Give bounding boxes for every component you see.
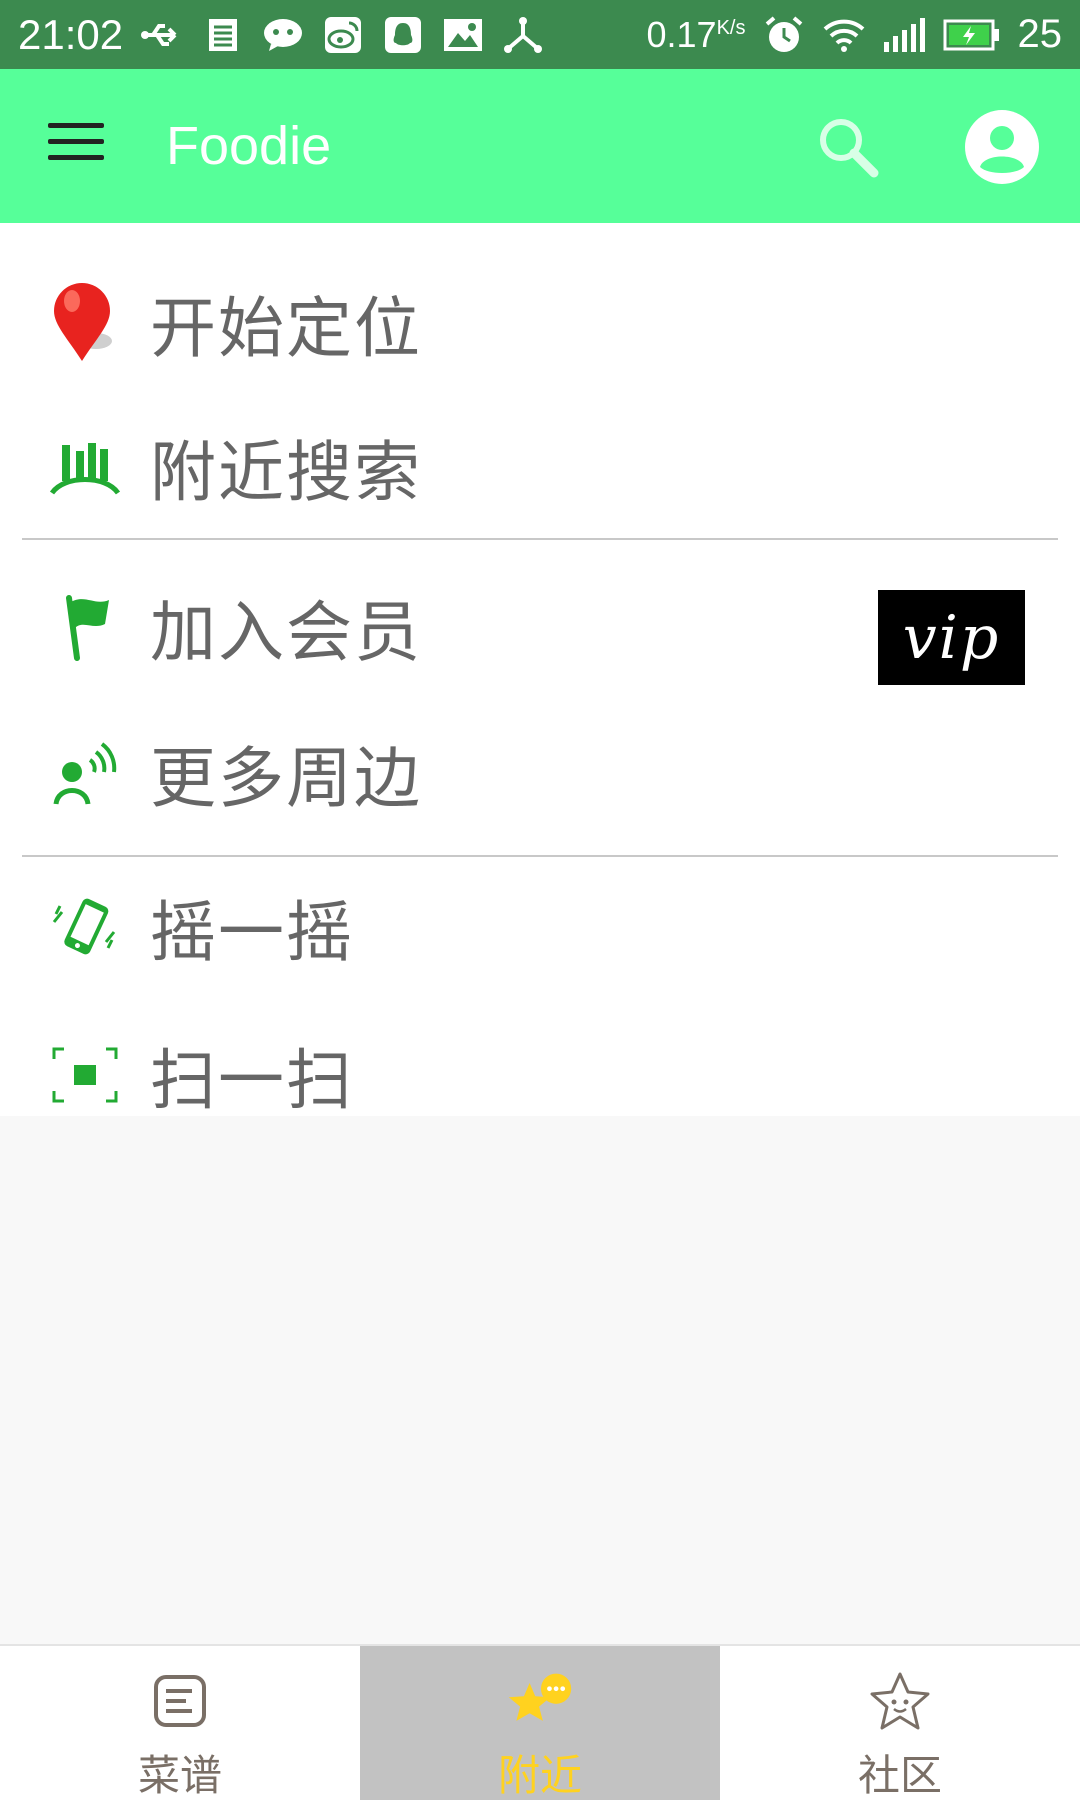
menu-item-label: 更多周边 [150, 740, 422, 817]
notes-icon [201, 13, 245, 57]
net-speed: 0.17K/s [647, 14, 746, 56]
scan-icon [50, 1035, 120, 1115]
bottom-nav: 菜谱 附近 社区 [0, 1644, 1080, 1800]
status-time: 21:02 [18, 10, 124, 58]
app-bar: Foodie [0, 69, 1080, 223]
battery-level: 25 [1017, 12, 1063, 56]
nearby-menu-list: 开始定位 附近搜索 加入会员 更多周边 摇一摇 扫一扫 vip [0, 223, 1080, 1119]
nearby-star-icon [505, 1668, 575, 1734]
tab-recipes[interactable]: 菜谱 [0, 1646, 360, 1800]
vip-badge: vip [878, 590, 1025, 685]
gallery-icon [441, 13, 485, 57]
alarm-icon [762, 13, 806, 57]
qq-icon [381, 13, 425, 57]
tab-label: 社区 [857, 1751, 942, 1800]
menu-item-start-locating[interactable]: 开始定位 [0, 253, 1080, 393]
menu-item-label: 开始定位 [150, 290, 422, 367]
broadcast-person-icon [50, 733, 120, 813]
tab-label: 菜谱 [137, 1751, 222, 1800]
usb-icon [141, 13, 185, 57]
search-icon[interactable] [814, 113, 884, 183]
share-icon [501, 13, 545, 57]
location-pin-icon [50, 283, 120, 363]
menu-item-nearby-search[interactable]: 附近搜索 [0, 397, 1080, 537]
net-speed-value: 0.17 [646, 13, 717, 55]
wifi-icon [822, 13, 866, 57]
battery-charging-icon [942, 13, 1002, 57]
shake-phone-icon [50, 887, 120, 967]
menu-item-label: 加入会员 [150, 594, 422, 671]
notification-icons [141, 13, 545, 57]
menu-item-label: 扫一扫 [150, 1042, 354, 1119]
menu-item-shake[interactable]: 摇一摇 [0, 857, 1080, 997]
tab-nearby[interactable]: 附近 [360, 1646, 720, 1800]
flag-icon [50, 587, 120, 667]
menu-item-label: 附近搜索 [150, 434, 422, 511]
community-star-icon [865, 1668, 935, 1734]
account-icon[interactable] [964, 109, 1040, 185]
menu-item-scan[interactable]: 扫一扫 [0, 1005, 1080, 1145]
status-bar: 21:02 0.17K/s 25 [0, 0, 1080, 69]
wechat-icon [261, 13, 305, 57]
tab-label: 附近 [497, 1751, 582, 1800]
weibo-icon [321, 13, 365, 57]
app-title: Foodie [166, 116, 332, 176]
menu-item-label: 摇一摇 [150, 894, 354, 971]
hamburger-icon[interactable] [48, 123, 104, 169]
menu-item-more-nearby[interactable]: 更多周边 [0, 703, 1080, 843]
net-speed-unit: K/s [716, 16, 746, 39]
nearby-search-icon [50, 427, 120, 507]
system-indicators: 0.17K/s 25 [647, 12, 1062, 57]
signal-icon [882, 13, 926, 57]
divider [22, 538, 1058, 540]
tab-community[interactable]: 社区 [720, 1646, 1080, 1800]
recipe-icon [145, 1668, 215, 1734]
